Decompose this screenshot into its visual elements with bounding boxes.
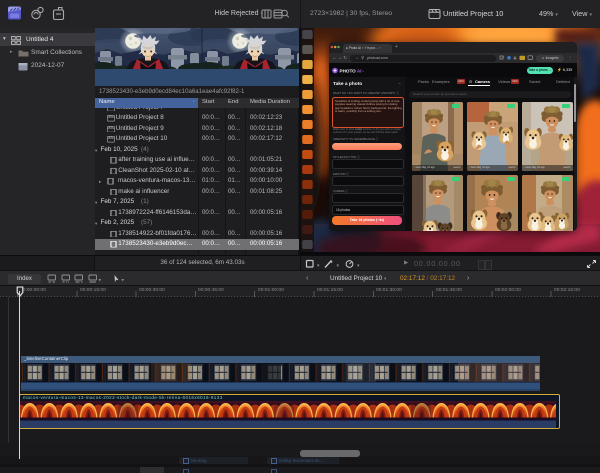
svg-text:▾: ▾ <box>357 263 360 268</box>
svg-text:▾: ▾ <box>337 263 340 268</box>
svg-text:PHOTO AI™: PHOTO AI™ <box>340 68 365 73</box>
svg-text:▾: ▾ <box>99 279 102 284</box>
svg-text:▾: ▾ <box>317 263 320 268</box>
svg-text:▾: ▾ <box>122 279 125 284</box>
